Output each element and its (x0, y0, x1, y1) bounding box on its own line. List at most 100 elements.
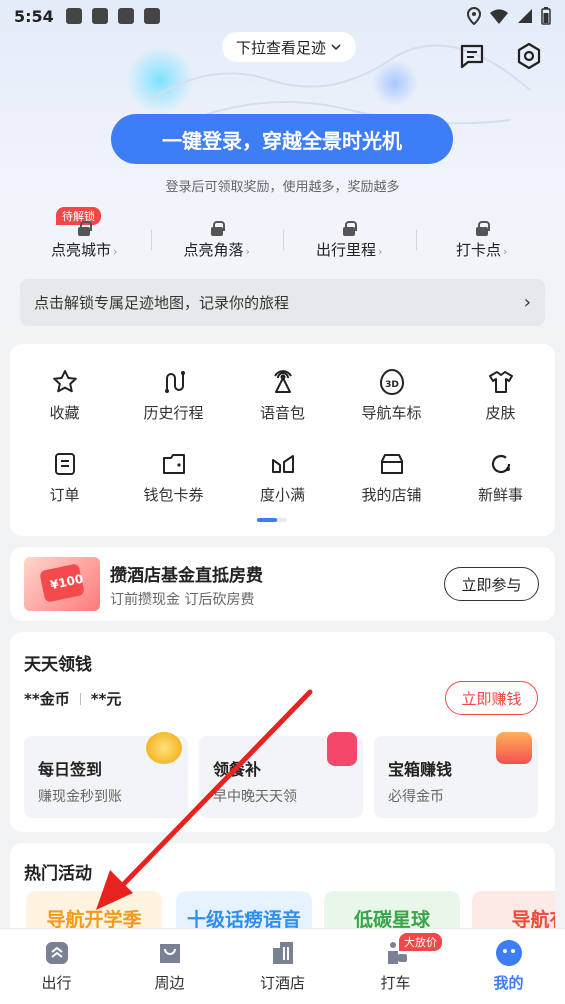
hotel-promo-subtitle: 订前攒现金 订后砍房费 (110, 592, 255, 608)
hotel-image-text: ¥100 (48, 571, 85, 593)
subcard-title: 宝箱赚钱 (388, 760, 453, 779)
chevron-right-icon: › (113, 245, 118, 258)
treasure-box-card[interactable]: 宝箱赚钱 必得金币 (374, 732, 538, 818)
grid-label: 订单 (49, 486, 80, 504)
stat-label: 打卡点 (456, 241, 502, 259)
order-icon (54, 453, 75, 475)
chevron-right-icon: › (503, 245, 508, 258)
grid-label: 语音包 (259, 404, 305, 422)
hotel-promo-title: 攒酒店基金直抵房费 (110, 566, 263, 586)
chevron-right-icon: › (245, 245, 250, 258)
tshirt-icon (488, 371, 513, 393)
grid-item-wallet[interactable]: 钱包卡券 (119, 450, 228, 505)
wifi-icon (490, 9, 508, 24)
bottom-tab-bar: 出行 周边 订酒店 大放价 打车 我的 (0, 928, 565, 1004)
stat-label: 出行里程 (316, 241, 377, 259)
message-icon (460, 44, 484, 69)
daily-money-title: 天天领钱 (24, 655, 92, 675)
status-bar: 5:54 (0, 0, 565, 32)
pulldown-hint[interactable]: 下拉查看足迹 (222, 32, 357, 62)
daily-checkin-card[interactable]: 每日签到 赚现金秒到账 (24, 732, 188, 818)
money-balance: **金币 **元 (24, 688, 121, 709)
grid-item-news[interactable]: 新鲜事 (446, 450, 555, 505)
tab-label: 订酒店 (259, 974, 305, 992)
signal-icon (518, 9, 532, 23)
tab-taxi[interactable]: 大放价 打车 (339, 929, 452, 1004)
subcard-title: 领餐补 (213, 760, 262, 779)
tab-mine[interactable]: 我的 (452, 929, 565, 1004)
unlock-footprint-bar[interactable]: 点击解锁专属足迹地图，记录你的旅程 › (20, 279, 545, 326)
subcard-title: 每日签到 (38, 760, 103, 779)
lock-icon (475, 221, 490, 236)
map-pin-app-icon (117, 8, 134, 24)
grid-item-car-icon[interactable]: 3D 导航车标 (337, 368, 446, 423)
tab-label: 周边 (154, 974, 185, 992)
stat-mileage[interactable]: 出行里程 › (283, 210, 416, 266)
grid-label: 钱包卡券 (143, 486, 204, 504)
subcard-subtitle: 赚现金秒到账 (38, 789, 122, 805)
hotel-promo-card[interactable]: ¥100 攒酒店基金直抵房费 订前攒现金 订后砍房费 立即参与 (10, 547, 555, 621)
join-now-button[interactable]: 立即参与 (444, 567, 539, 601)
login-subtitle: 登录后可领取奖励，使用越多，奖励越多 (165, 180, 400, 195)
wallet-icon (162, 454, 185, 474)
tab-travel[interactable]: 出行 (0, 929, 113, 1004)
coin-icon (146, 732, 182, 764)
daily-money-card: 天天领钱 **金币 **元 立即赚钱 每日签到 赚现金秒到账 领餐补 早中晚天天… (10, 632, 555, 832)
location-icon (467, 7, 481, 25)
grid-label: 历史行程 (143, 404, 204, 422)
stat-checkins[interactable]: 打卡点 › (415, 210, 549, 266)
tab-label: 我的 (493, 974, 524, 992)
grid-item-orders[interactable]: 订单 (10, 450, 119, 505)
cash-balance: **元 (90, 690, 122, 708)
tab-label: 打车 (380, 974, 411, 992)
settings-button[interactable] (513, 40, 545, 72)
stats-row: 待解锁 点亮城市 › 点亮角落 › 出行里程 › 打卡点 › (18, 207, 549, 266)
coin-balance: **金币 (24, 690, 70, 708)
hot-activities-title: 热门活动 (24, 864, 92, 884)
route-icon (164, 371, 185, 393)
battery-icon (541, 7, 551, 25)
hotel-icon (269, 939, 297, 967)
hotel-promo-image: ¥100 (24, 557, 100, 611)
taxi-promo-badge: 大放价 (399, 933, 442, 951)
star-icon (52, 370, 77, 393)
grid-label: 收藏 (49, 404, 80, 422)
tab-label: 出行 (41, 974, 72, 992)
chevron-right-icon: › (378, 245, 383, 258)
message-button[interactable] (456, 40, 488, 72)
grid-item-history[interactable]: 历史行程 (119, 368, 228, 423)
red-envelope-icon (327, 732, 357, 766)
duxiaoman-icon (271, 455, 294, 473)
grid-item-duxiaoman[interactable]: 度小满 (228, 450, 337, 505)
login-button[interactable]: 一键登录，穿越全景时光机 (111, 114, 453, 164)
divider (79, 692, 81, 705)
grid-label: 度小满 (259, 486, 305, 504)
stat-corners[interactable]: 点亮角落 › (150, 210, 284, 266)
image-icon (65, 8, 82, 24)
map-pin-app-icon (143, 8, 160, 24)
grid-item-skin[interactable]: 皮肤 (446, 368, 555, 423)
earn-now-button[interactable]: 立即赚钱 (445, 681, 538, 715)
3d-icon: 3D (379, 368, 404, 395)
meal-subsidy-card[interactable]: 领餐补 早中晚天天领 (199, 732, 363, 818)
chevron-right-icon: › (523, 292, 531, 313)
refresh-icon (491, 454, 510, 474)
font-icon (91, 8, 108, 24)
svg-text:3D: 3D (385, 380, 399, 390)
grid-item-favorites[interactable]: 收藏 (10, 368, 119, 423)
page-indicator-active (257, 518, 277, 522)
tab-hotel[interactable]: 订酒店 (226, 929, 339, 1004)
status-time: 5:54 (14, 6, 54, 26)
stat-label: 点亮城市 (51, 241, 112, 259)
grid-item-my-store[interactable]: 我的店铺 (337, 450, 446, 505)
grid-label: 皮肤 (485, 404, 516, 422)
grid-label: 导航车标 (361, 404, 422, 422)
grid-item-voice[interactable]: 语音包 (228, 368, 337, 423)
store-icon (380, 454, 403, 474)
treasure-box-icon (496, 732, 532, 764)
travel-icon (43, 939, 71, 967)
stat-cities[interactable]: 待解锁 点亮城市 › (18, 207, 151, 266)
gear-icon (517, 42, 541, 70)
tab-nearby[interactable]: 周边 (113, 929, 226, 1004)
lock-icon (210, 221, 225, 236)
